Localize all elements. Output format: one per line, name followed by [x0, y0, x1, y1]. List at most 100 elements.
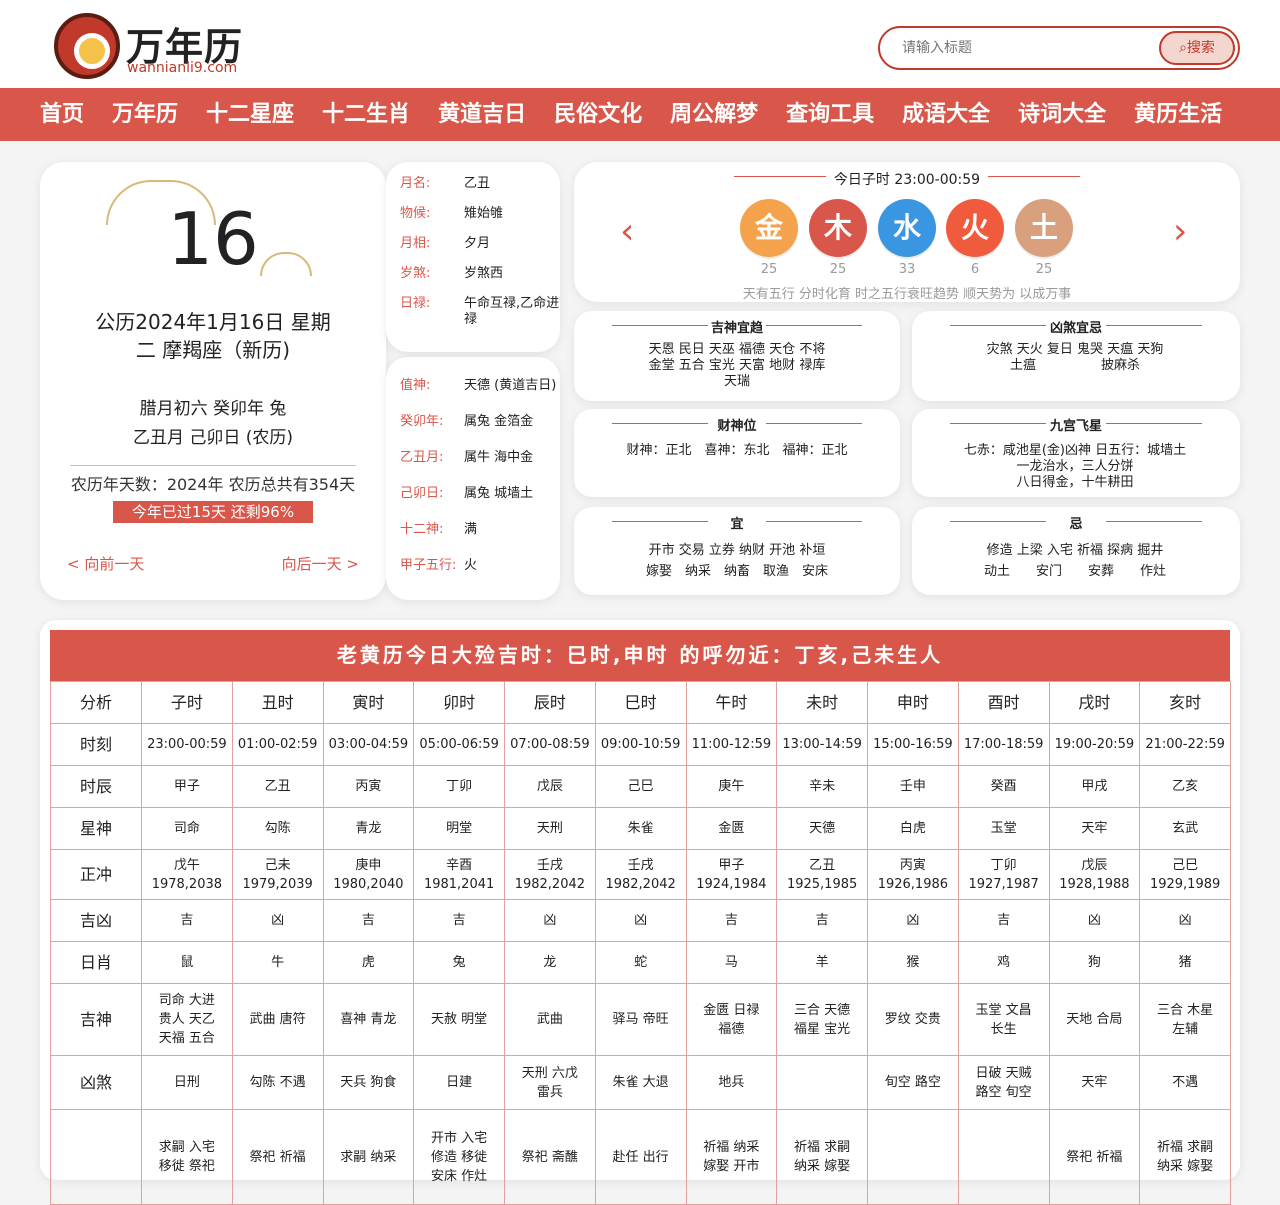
table-cell: 07:00-08:59 — [504, 723, 596, 766]
search-icon: ⌕ — [1179, 40, 1187, 56]
nav-item-chinese-zodiac[interactable]: 十二生肖 — [322, 88, 410, 141]
table-cell: 辛未 — [776, 765, 868, 808]
table-cell: 寅时 — [322, 681, 415, 724]
nav-item-idioms[interactable]: 成语大全 — [902, 88, 990, 141]
table-cell: 吉 — [776, 899, 868, 942]
table-cell: 壬申 — [867, 765, 959, 808]
nav-item-home[interactable]: 首页 — [40, 88, 84, 141]
table-cell: 己巳 — [594, 765, 687, 808]
table-cell: 天赦 明堂 — [413, 983, 505, 1056]
table-cell: 丑时 — [231, 681, 324, 724]
earth-element-icon: 土 — [1015, 199, 1073, 257]
table-cell: 玉堂 文昌 长生 — [957, 983, 1050, 1056]
table-cell: 甲戌 — [1048, 765, 1141, 808]
card-body: 开市 交易 立券 纳财 开池 补垣 嫁娶 纳采 纳畜 取渔 安床 — [645, 543, 828, 579]
nav-item-almanac-life[interactable]: 黄历生活 — [1134, 88, 1222, 141]
table-cell — [867, 1109, 959, 1205]
table-row: 吉凶吉凶吉吉凶凶吉吉凶吉凶凶 — [50, 899, 1231, 942]
table-cell: 乙亥 — [1139, 765, 1231, 808]
table-cell: 驿马 帝旺 — [594, 983, 687, 1056]
table-cell: 午时 — [685, 681, 778, 724]
five-elements-title: 今日子时 23:00-00:59 — [833, 172, 981, 188]
table-cell: 戊辰 — [504, 765, 596, 808]
info-label: 岁煞: — [400, 266, 431, 281]
info-value: 天德 (黄道吉日) — [464, 378, 557, 393]
table-cell: 癸酉 — [957, 765, 1050, 808]
table-cell: 祭祀 祈福 — [1048, 1109, 1141, 1205]
card-body: 财神：正北 喜神：东北 福神：正北 — [626, 443, 848, 458]
table-cell: 鸡 — [957, 941, 1050, 984]
table-cell: 青龙 — [322, 807, 415, 850]
table-cell: 羊 — [776, 941, 868, 984]
search-button[interactable]: ⌕搜索 — [1159, 31, 1235, 65]
table-cell: 天牢 — [1048, 807, 1141, 850]
metal-value: 25 — [760, 262, 778, 277]
table-cell: 乙丑 1925,1985 — [776, 849, 868, 900]
table-cell: 天兵 狗食 — [322, 1055, 415, 1110]
lunar-year-days: 农历年天数：2024年 农历总共有354天 — [70, 475, 356, 494]
table-cell: 丙寅 1926,1986 — [867, 849, 959, 900]
wood-value: 25 — [829, 262, 847, 277]
row-label-cell: 日肖 — [50, 941, 142, 984]
info-label: 甲子五行: — [400, 558, 457, 573]
water-element-icon: 水 — [878, 199, 936, 257]
card-body: 灾煞 天火 复日 鬼哭 天瘟 天狗 土瘟 披麻杀 — [986, 342, 1164, 373]
nav-item-dream-interpretation[interactable]: 周公解梦 — [670, 88, 758, 141]
info-label: 己卯日: — [400, 486, 444, 501]
table-cell: 祭祀 斋醮 — [504, 1109, 596, 1205]
row-label-cell: 分析 — [50, 681, 142, 724]
table-cell: 09:00-10:59 — [594, 723, 687, 766]
table-cell: 巳时 — [594, 681, 687, 724]
title-line-right — [988, 176, 1080, 177]
site-logo[interactable]: 万年历 wannianli9.com — [54, 13, 274, 79]
nav-item-folk-culture[interactable]: 民俗文化 — [554, 88, 642, 141]
info-value: 火 — [464, 558, 478, 573]
five-elements-note: 天有五行 分时化育 时之五行衰旺趋势 顺天势为 以成万事 — [742, 287, 1072, 302]
table-cell: 天地 合局 — [1048, 983, 1141, 1056]
table-cell: 01:00-02:59 — [231, 723, 324, 766]
table-body: 分析 子时 丑时 寅时 卯时 辰时 巳时 午时 未时 申时 酉时 戌时 亥时 时刻 23:00-00:59 0… — [50, 681, 1231, 1205]
card-title: 九宫飞星 — [912, 415, 1240, 434]
table-cell: 三合 木星 左辅 — [1139, 983, 1231, 1056]
nav-item-auspicious-days[interactable]: 黄道吉日 — [438, 88, 526, 141]
table-cell: 乙丑 — [231, 765, 324, 808]
table-cell: 戊午 1978,2038 — [141, 849, 233, 900]
table-cell: 兔 — [413, 941, 505, 984]
table-cell: 壬戌 1982,2042 — [504, 849, 596, 900]
table-cell — [957, 1109, 1050, 1205]
nav-item-zodiac[interactable]: 十二星座 — [206, 88, 294, 141]
next-day-link[interactable]: 向后一天 > — [282, 553, 359, 574]
card-body: 七赤：咸池星(金)凶神 日五行：城墙土 一龙治水，三人分饼 八日得金，十牛耕田 — [963, 443, 1187, 490]
table-cell: 虎 — [322, 941, 415, 984]
table-cell: 祈福 纳采 嫁娶 开市 — [685, 1109, 778, 1205]
table-cell: 凶 — [594, 899, 687, 942]
avoid-card: 忌修造 上梁 入宅 祈福 探病 掘井 动土 安门 安葬 作灶 — [912, 507, 1240, 595]
table-row: 吉神 司命 大进 贵人 天乙 天福 五合 武曲 唐符 喜神 青龙 天赦 明堂 武曲 驿马 帝… — [50, 983, 1231, 1056]
table-cell: 玄武 — [1139, 807, 1231, 850]
previous-day-link[interactable]: < 向前一天 — [67, 553, 144, 574]
table-cell: 己未 1979,2039 — [231, 849, 324, 900]
five-elements-card: 今日子时 23:00-00:59 ‹ 金 木 水 火 土 25 25 33 6 … — [574, 162, 1240, 302]
suitable-card: 宜开市 交易 立券 纳财 开池 补垣 嫁娶 纳采 纳畜 取渔 安床 — [574, 507, 900, 595]
table-row: 时辰 甲子 乙丑 丙寅 丁卯 戊辰 己巳 庚午 辛未 壬申 癸酉 甲戌 乙亥 — [50, 765, 1231, 808]
search-box[interactable]: ⌕搜索 — [878, 26, 1240, 70]
table-cell: 日建 — [413, 1055, 505, 1110]
nav-item-calendar[interactable]: 万年历 — [112, 88, 178, 141]
date-card: 16 公历2024年1月16日 星期二 摩羯座（新历) 腊月初六 癸卯年 兔 乙… — [40, 162, 386, 600]
card-title: 宜 — [574, 513, 900, 532]
info-value: 岁煞西 — [464, 266, 504, 281]
search-input[interactable] — [902, 36, 1152, 60]
table-row: 星神 司命 勾陈 青龙 明堂 天刑 朱雀 金匮 天德 白虎 玉堂 天牢 玄武 — [50, 807, 1231, 850]
nav-item-tools[interactable]: 查询工具 — [786, 88, 874, 141]
table-cell: 庚午 — [685, 765, 778, 808]
row-label-cell: 凶煞 — [50, 1055, 142, 1110]
current-day-number: 16 — [167, 197, 259, 281]
search-button-label: 搜索 — [1186, 40, 1215, 56]
table-cell: 牛 — [231, 941, 324, 984]
table-cell: 白虎 — [867, 807, 959, 850]
next-arrow-icon[interactable]: › — [1173, 211, 1187, 252]
table-cell: 19:00-20:59 — [1048, 723, 1141, 766]
nav-item-poems[interactable]: 诗词大全 — [1018, 88, 1106, 141]
previous-arrow-icon[interactable]: ‹ — [620, 211, 634, 252]
main-navigation: 首页 万年历 十二星座 十二生肖 黄道吉日 民俗文化 周公解梦 查询工具 成语大… — [0, 88, 1280, 141]
